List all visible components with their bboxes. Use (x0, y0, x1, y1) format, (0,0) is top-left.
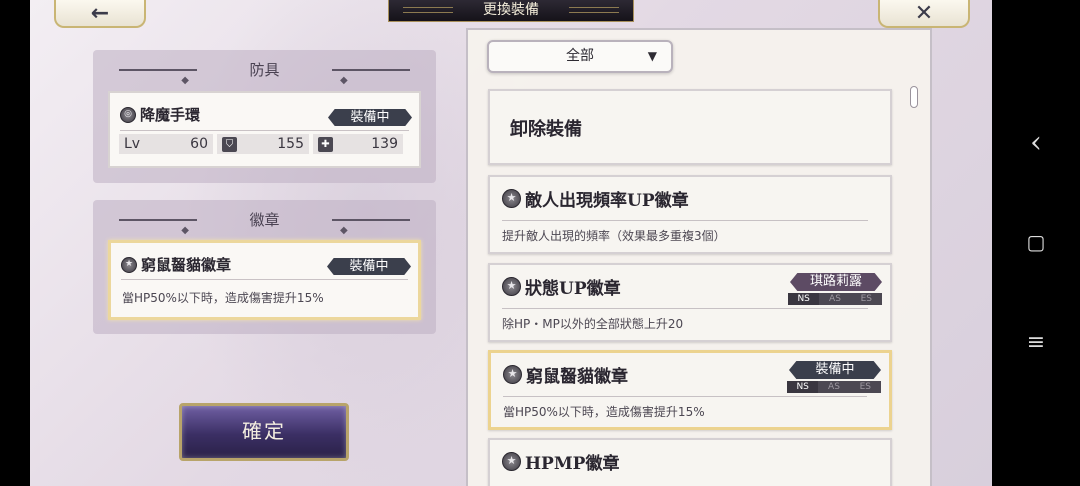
android-navigation-bar: ‹ ▢ ≡ (992, 0, 1080, 486)
tag-as: AS (819, 293, 851, 305)
badge-medal-icon: ★ (121, 256, 137, 273)
badge-panel-heading: 徽章 (93, 200, 436, 251)
title-decoration-left (403, 7, 453, 13)
list-item-description: 當HP50%以下時，造成傷害提升15% (503, 405, 705, 419)
badge-medal-icon: ★ (503, 365, 522, 384)
android-menu-icon[interactable]: ≡ (992, 322, 1080, 362)
equipped-badge: 裝備中 (328, 109, 412, 126)
badge-medal-icon: ★ (502, 277, 521, 296)
cross-shield-icon: ✚ (318, 136, 333, 152)
armor-stats: Lv 60 ⛉ 155 ✚ 139 (119, 134, 410, 154)
badge-name: 窮鼠齧貓徽章 (141, 256, 232, 274)
list-scrollbar[interactable] (910, 86, 918, 108)
list-item-selected[interactable]: ★ 窮鼠齧貓徽章 裝備中 NS AS ES 當HP50%以下時，造成傷害提升15… (488, 350, 892, 430)
close-button[interactable]: ✕ (878, 0, 970, 28)
list-item-name: HPMP徽章 (525, 454, 620, 474)
defense-stat: ⛉ 155 (217, 134, 309, 154)
tag-es: ES (850, 293, 882, 305)
list-item-name: 卸除裝備 (510, 119, 582, 140)
tag-as: AS (818, 381, 850, 393)
badge-card[interactable]: ★ 窮鼠齧貓徽章 裝備中 當HP50%以下時，造成傷害提升15% (108, 240, 421, 320)
list-item-name-row: ★ 窮鼠齧貓徽章 (503, 362, 628, 387)
list-item[interactable]: ★ HPMP徽章 (488, 438, 892, 486)
chevron-down-icon: ▼ (647, 49, 657, 63)
filter-selected-value: 全部 (566, 48, 594, 64)
list-item-description: 提升敵人出現的頻率（效果最多重複3個） (502, 229, 726, 243)
screen-title-text: 更換裝備 (483, 2, 539, 18)
android-home-icon[interactable]: ▢ (992, 222, 1080, 262)
game-screen: ← 更換裝備 ✕ 防具 ◎ 降魔手環 裝備中 Lv60 ⛉ 155 (30, 0, 992, 486)
title-decoration-right (569, 7, 619, 13)
shield-icon: ⛉ (222, 136, 237, 152)
bracelet-icon: ◎ (120, 106, 136, 123)
list-item[interactable]: ★ 敵人出現頻率UP徽章 提升敵人出現的頻率（效果最多重複3個） (488, 175, 892, 254)
list-item-unequip[interactable]: 卸除裝備 (488, 89, 892, 165)
style-tags: NS AS ES (788, 293, 882, 305)
armor-panel: 防具 ◎ 降魔手環 裝備中 Lv60 ⛉ 155 ✚ 139 (93, 50, 436, 183)
equipped-badge: 裝備中 (327, 258, 411, 275)
defense-value: 155 (277, 136, 304, 152)
badge-medal-icon: ★ (502, 189, 521, 208)
tag-es: ES (849, 381, 881, 393)
equipped-badge: 裝備中 (789, 361, 881, 379)
list-item-name: 敵人出現頻率UP徽章 (525, 191, 689, 211)
close-icon: ✕ (914, 0, 934, 26)
badge-description: 當HP50%以下時，造成傷害提升15% (122, 291, 324, 305)
list-item-name-row: ★ 敵人出現頻率UP徽章 (502, 186, 689, 211)
tag-ns: NS (788, 293, 820, 305)
hp-stat: ✚ 139 (313, 134, 403, 154)
armor-name-row: ◎ 降魔手環 (120, 104, 200, 125)
screen-title: 更換裝備 (388, 0, 634, 22)
badge-panel: 徽章 ★ 窮鼠齧貓徽章 裝備中 當HP50%以下時，造成傷害提升15% (93, 200, 436, 334)
badge-medal-icon: ★ (502, 452, 521, 471)
list-item-description: 除HP・MP以外的全部狀態上升20 (502, 317, 684, 331)
level-value: 60 (190, 136, 208, 152)
level-stat: Lv 60 (119, 134, 213, 154)
armor-name: 降魔手環 (140, 106, 201, 124)
style-tags: NS AS ES (787, 381, 881, 393)
list-item-name: 狀態UP徽章 (525, 279, 621, 299)
armor-card[interactable]: ◎ 降魔手環 裝備中 Lv 60 ⛉ 155 ✚ 139 (108, 91, 421, 168)
filter-dropdown[interactable]: 全部 ▼ (487, 40, 673, 73)
badge-name-row: ★ 窮鼠齧貓徽章 (121, 254, 231, 275)
hp-value: 139 (371, 136, 398, 152)
list-item[interactable]: ★ 狀態UP徽章 琪路莉露 NS AS ES 除HP・MP以外的全部狀態上升20 (488, 263, 892, 342)
character-badge: 琪路莉露 (790, 273, 882, 291)
armor-panel-heading: 防具 (93, 50, 436, 101)
list-item-name: 窮鼠齧貓徽章 (526, 367, 628, 387)
tag-ns: NS (787, 381, 819, 393)
list-item-name-row: ★ 狀態UP徽章 (502, 274, 621, 299)
list-item-name-row: ★ HPMP徽章 (502, 449, 619, 474)
confirm-button[interactable]: 確定 (179, 403, 349, 461)
back-arrow-icon: ← (90, 0, 110, 26)
android-back-icon[interactable]: ‹ (992, 122, 1080, 162)
back-button[interactable]: ← (54, 0, 146, 28)
